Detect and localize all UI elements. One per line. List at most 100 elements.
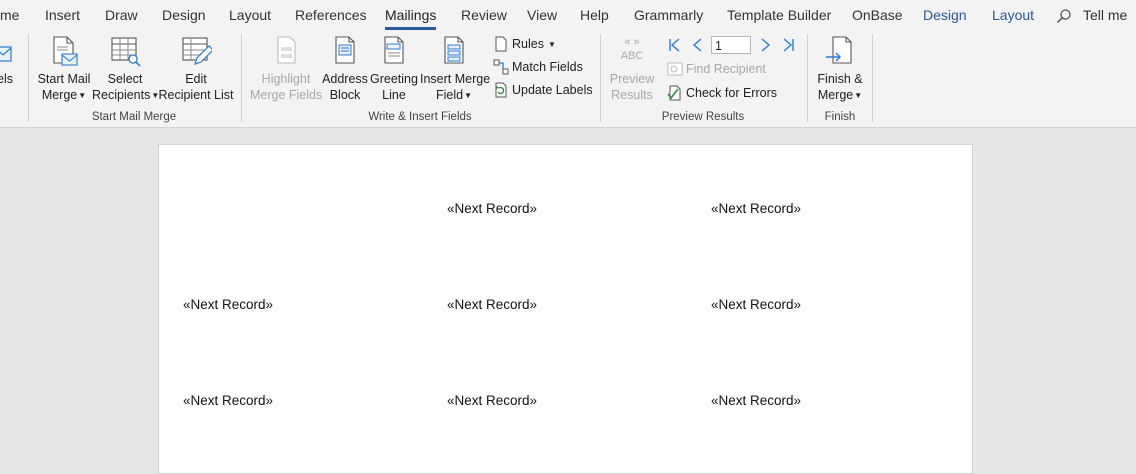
labels-button-label: els: [0, 72, 13, 86]
greeting-line-button[interactable]: Greeting Line: [368, 35, 420, 103]
chevron-down-icon: ▼: [464, 91, 472, 100]
finish-merge-button[interactable]: Finish & Merge▼: [813, 35, 867, 104]
next-record-field[interactable]: «Next Record»: [447, 393, 537, 408]
next-record-field[interactable]: «Next Record»: [447, 297, 537, 312]
tell-me-search[interactable]: Tell me: [1083, 7, 1127, 23]
tab-home[interactable]: me: [0, 7, 19, 23]
chevron-down-icon: ▼: [854, 91, 863, 100]
tab-draw[interactable]: Draw: [105, 7, 138, 23]
rules-icon: [495, 36, 507, 52]
greeting-line-label-1: Greeting: [370, 72, 418, 86]
start-mail-merge-icon: [53, 36, 78, 66]
group-label-preview-results: Preview Results: [661, 111, 745, 123]
ribbon-tab-bar: me Insert Draw Design Layout References …: [0, 0, 1136, 31]
record-number-input[interactable]: 1: [711, 36, 751, 54]
match-fields-icon: [493, 59, 509, 75]
insert-merge-field-icon: [444, 36, 464, 64]
tab-help[interactable]: Help: [580, 7, 609, 23]
tab-onbase[interactable]: OnBase: [852, 7, 903, 23]
preview-results-label-2: Results: [611, 88, 653, 102]
start-mail-merge-label-1: Start Mail: [37, 72, 91, 86]
group-separator: [807, 34, 808, 122]
tab-mailings[interactable]: Mailings: [385, 7, 437, 30]
tab-view[interactable]: View: [527, 7, 557, 23]
next-record-field[interactable]: «Next Record»: [183, 393, 273, 408]
check-for-errors-icon: [667, 85, 681, 101]
insert-merge-field-label-1: Insert Merge: [420, 72, 491, 86]
finish-merge-label-1: Finish &: [817, 72, 863, 86]
group-separator: [872, 34, 873, 122]
check-for-errors-button[interactable]: Check for Errors: [667, 84, 777, 102]
address-block-icon: [335, 36, 355, 64]
next-record-field[interactable]: «Next Record»: [711, 393, 801, 408]
greeting-line-label-2: Line: [382, 88, 406, 102]
match-fields-button[interactable]: Match Fields: [493, 58, 583, 76]
update-labels-icon: [495, 82, 507, 98]
update-labels-button[interactable]: Update Labels: [493, 81, 593, 99]
group-separator: [600, 34, 601, 122]
rules-label: Rules: [512, 37, 544, 51]
ribbon: els Start Mail Merge▼ Select Recipients▼: [0, 31, 1136, 128]
labels-icon: [0, 46, 12, 62]
previous-record-icon[interactable]: [689, 37, 705, 53]
group-separator: [241, 34, 242, 122]
tab-design[interactable]: Design: [162, 7, 206, 23]
address-block-label-1: Address: [322, 72, 368, 86]
select-recipients-label-2: Recipients: [92, 88, 151, 102]
edit-recipient-list-label-1: Edit: [185, 72, 207, 86]
first-record-icon[interactable]: [667, 37, 683, 53]
tab-references[interactable]: References: [295, 7, 367, 23]
tab-template-builder[interactable]: Template Builder: [727, 7, 831, 23]
document-page[interactable]: «Next Record» «Next Record» «Next Record…: [158, 144, 973, 474]
edit-recipient-list-button[interactable]: Edit Recipient List: [158, 35, 234, 103]
start-mail-merge-label-2: Merge: [41, 88, 78, 102]
tab-layout[interactable]: Layout: [229, 7, 271, 23]
next-record-icon[interactable]: [758, 37, 774, 53]
tab-table-design[interactable]: Design: [923, 7, 967, 23]
edit-recipient-list-label-2: Recipient List: [158, 88, 234, 102]
insert-merge-field-label-2: Field: [435, 88, 464, 102]
find-recipient-button[interactable]: Find Recipient: [667, 60, 766, 78]
start-mail-merge-button[interactable]: Start Mail Merge▼: [36, 35, 92, 104]
preview-results-icon: « » ABC: [620, 36, 644, 62]
group-label-start-mail-merge: Start Mail Merge: [91, 111, 177, 123]
preview-results-label-1: Preview: [609, 72, 655, 86]
group-label-write-insert: Write & Insert Fields: [368, 111, 472, 123]
insert-merge-field-button[interactable]: Insert Merge Field▼: [420, 35, 491, 104]
address-block-button[interactable]: Address Block: [322, 35, 368, 103]
edit-recipient-list-icon: [182, 37, 212, 65]
finish-merge-label-2: Merge: [817, 88, 854, 102]
next-record-field[interactable]: «Next Record»: [183, 297, 273, 312]
highlight-label-2: Merge Fields: [250, 88, 323, 102]
greeting-line-icon: [384, 36, 404, 64]
next-record-field[interactable]: «Next Record»: [447, 201, 537, 216]
chevron-down-icon: ▼: [78, 91, 87, 100]
last-record-icon[interactable]: [780, 37, 796, 53]
highlight-merge-fields-icon: [277, 36, 296, 64]
tab-review[interactable]: Review: [461, 7, 507, 23]
select-recipients-icon: [111, 37, 141, 67]
preview-results-button[interactable]: « » ABC Preview Results: [606, 35, 658, 103]
match-fields-label: Match Fields: [512, 60, 583, 74]
address-block-label-2: Block: [329, 88, 361, 102]
search-icon[interactable]: [1056, 8, 1072, 24]
group-separator: [28, 34, 29, 122]
highlight-merge-fields-button[interactable]: Highlight Merge Fields: [250, 35, 322, 103]
tab-insert[interactable]: Insert: [45, 7, 80, 23]
rules-button[interactable]: Rules ▼: [493, 35, 556, 53]
find-recipient-icon: [667, 62, 683, 76]
labels-button[interactable]: els: [0, 35, 18, 87]
next-record-field[interactable]: «Next Record»: [711, 201, 801, 216]
find-recipient-label: Find Recipient: [686, 62, 766, 76]
chevron-down-icon: ▼: [547, 39, 556, 49]
tab-grammarly[interactable]: Grammarly: [634, 7, 703, 23]
tab-table-layout[interactable]: Layout: [992, 7, 1034, 23]
select-recipients-button[interactable]: Select Recipients▼: [92, 35, 159, 104]
highlight-label-1: Highlight: [261, 72, 311, 86]
abc-glyph: ABC: [620, 50, 644, 62]
finish-merge-icon: [826, 36, 852, 64]
select-recipients-label-1: Select: [107, 72, 143, 86]
next-record-field[interactable]: «Next Record»: [711, 297, 801, 312]
group-label-finish: Finish: [824, 111, 856, 123]
check-for-errors-label: Check for Errors: [686, 86, 777, 100]
